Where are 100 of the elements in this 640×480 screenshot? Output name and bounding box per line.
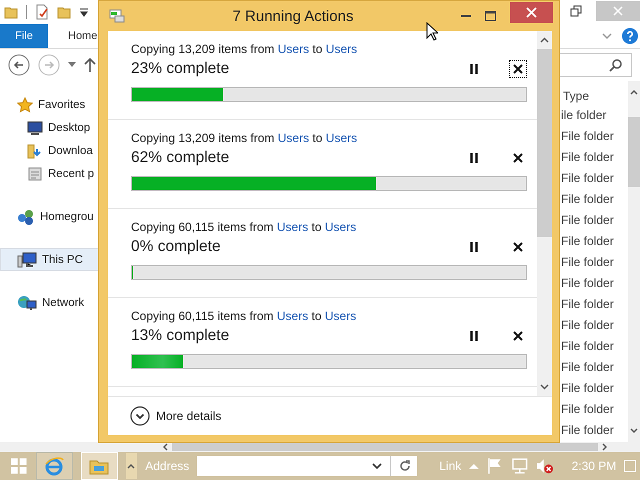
table-cell-text: File folder <box>560 380 615 397</box>
chevron-down-icon <box>130 406 150 426</box>
table-cell-text: File folder <box>560 149 615 166</box>
folder-link[interactable]: Users <box>278 131 310 145</box>
nav-item[interactable]: Recent p <box>0 162 110 185</box>
search-icon <box>609 58 623 72</box>
table-cell-text: File folder <box>560 128 615 145</box>
restore-icon[interactable] <box>570 5 582 17</box>
folder-link[interactable]: Users <box>324 220 356 234</box>
operation-description: Copying 13,209 items from Users to Users <box>131 41 358 57</box>
scrollbar[interactable] <box>628 81 640 442</box>
homegroup-icon <box>17 208 35 224</box>
operation-description: Copying 13,209 items from Users to Users <box>131 130 358 146</box>
nav-item[interactable]: Downloa <box>0 139 110 162</box>
nav-item[interactable]: Desktop <box>0 116 110 139</box>
scroll-thumb[interactable] <box>172 443 598 451</box>
table-cell-text: File folder <box>560 233 615 250</box>
table-cell-text: File folder <box>560 191 615 208</box>
computer-icon <box>17 252 37 268</box>
minimize-icon[interactable] <box>461 14 471 18</box>
up-icon[interactable] <box>84 57 96 73</box>
address-field[interactable] <box>197 456 418 476</box>
recent-icon <box>27 166 43 182</box>
browser-icon <box>44 456 64 476</box>
table-cell-text: File folder <box>560 338 615 355</box>
star-icon <box>17 96 33 112</box>
pause-icon <box>470 64 478 74</box>
table-cell-text: ile folder <box>560 107 608 124</box>
progress-text: 0% complete <box>131 238 221 256</box>
folder-link[interactable]: Users <box>276 220 308 234</box>
table-cell-text: File folder <box>560 296 615 313</box>
maximize-icon[interactable] <box>485 11 496 21</box>
scroll-down-icon[interactable] <box>630 428 638 434</box>
table-cell-text: File folder <box>560 254 615 271</box>
table-cell-text: File folder <box>560 212 615 229</box>
close-icon <box>513 64 523 74</box>
folder-link[interactable]: Users <box>326 131 358 145</box>
folder-icon[interactable] <box>57 5 71 19</box>
nav-label: Favorites <box>38 98 86 110</box>
progress-text: 62% complete <box>131 149 230 167</box>
nav-label: Recent p <box>48 168 94 180</box>
nav-label: Homegrou <box>40 210 94 222</box>
column-header[interactable]: Type <box>560 89 628 105</box>
operation-description: Copying 60,115 items from Users to Users <box>131 308 358 324</box>
table-cell-text: File folder <box>560 170 615 187</box>
table-cell-text: File folder <box>560 401 615 418</box>
horizontal-scrollbar[interactable] <box>0 442 640 452</box>
scroll-up-icon[interactable] <box>540 37 549 43</box>
dropdown-icon[interactable] <box>372 462 382 470</box>
pause-icon <box>470 242 478 252</box>
download-folder-icon <box>27 142 43 158</box>
operation-description: Copying 60,115 items from Users to Users <box>131 219 358 235</box>
folder-link[interactable]: Users <box>324 309 356 323</box>
document-icon[interactable] <box>35 4 49 20</box>
table-cell-text: File folder <box>560 359 615 376</box>
nav-item[interactable]: Favorites <box>0 93 110 116</box>
window-title: 7 Running Actions <box>232 8 354 24</box>
cancel-button[interactable] <box>509 60 527 78</box>
table-cell-text: File folder <box>560 275 615 292</box>
close-icon <box>513 331 523 341</box>
folder-link[interactable]: Users <box>276 309 308 323</box>
folder-link[interactable]: Users <box>326 42 358 56</box>
close-icon <box>513 242 523 252</box>
scroll-right-icon[interactable] <box>602 443 608 451</box>
toolbar-expand-button[interactable] <box>126 453 138 479</box>
scroll-up-icon[interactable] <box>630 89 638 95</box>
close-icon <box>526 7 537 18</box>
copy-icon <box>109 9 125 23</box>
ribbon-tab[interactable]: File <box>0 24 48 48</box>
scrollbar[interactable] <box>537 31 552 396</box>
scroll-thumb[interactable] <box>628 117 640 187</box>
close-icon <box>513 153 523 163</box>
folder-link[interactable]: Users <box>278 42 310 56</box>
nav-label: This PC <box>42 254 83 266</box>
back-icon[interactable] <box>8 54 30 76</box>
scroll-down-icon[interactable] <box>540 384 549 390</box>
nav-item[interactable]: Homegrou <box>0 205 110 228</box>
progress-text: 13% complete <box>131 327 230 345</box>
pause-icon <box>470 153 478 163</box>
close-button[interactable] <box>510 2 553 23</box>
folder-icon[interactable] <box>4 5 18 19</box>
dropdown-icon[interactable] <box>79 7 89 17</box>
close-icon <box>613 6 623 16</box>
refresh-icon[interactable] <box>399 460 412 472</box>
table-cell-text: File folder <box>560 317 615 334</box>
table-cell-text: File folder <box>560 422 615 439</box>
nav-label: Desktop <box>48 122 90 134</box>
pause-icon <box>470 331 478 341</box>
scroll-thumb[interactable] <box>537 49 552 237</box>
help-icon[interactable] <box>622 28 638 44</box>
monitor-icon <box>27 120 43 134</box>
muted-speaker-icon[interactable] <box>536 457 554 475</box>
start-icon[interactable] <box>10 457 28 475</box>
nav-label: Network <box>42 296 84 308</box>
toolbar-label: Address <box>145 459 190 473</box>
caret-up-icon <box>127 463 136 469</box>
nav-item[interactable]: Network <box>0 291 110 314</box>
more-details-button[interactable]: More details <box>130 406 222 426</box>
chevron-icon[interactable] <box>602 32 612 40</box>
progress-text: 23% complete <box>131 60 230 78</box>
